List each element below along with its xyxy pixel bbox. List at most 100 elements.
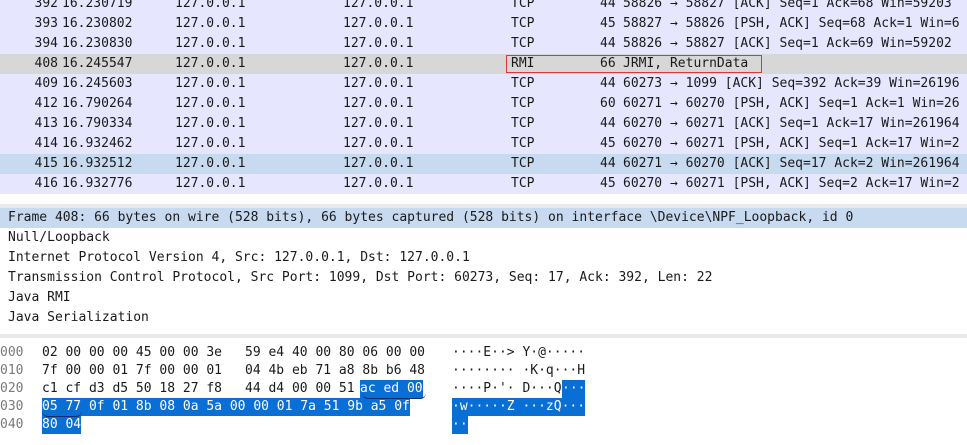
packet-source: 127.0.0.1 <box>175 36 246 51</box>
packet-protocol: TCP <box>511 36 535 51</box>
bytes-line: 010 7f 00 00 01 7f 00 00 01 04 4b eb 71 … <box>0 362 967 380</box>
packet-destination: 127.0.0.1 <box>343 156 414 171</box>
packet-source: 127.0.0.1 <box>175 116 246 131</box>
packet-number: 412 <box>34 96 58 111</box>
packet-length: 66 <box>600 56 616 71</box>
packet-destination: 127.0.0.1 <box>343 76 414 91</box>
packet-row[interactable]: 393 16.230802 127.0.0.1 127.0.0.1 TCP 45 58827… <box>0 14 967 34</box>
packet-details[interactable]: Frame 408: 66 bytes on wire (528 bits), … <box>0 208 967 332</box>
packet-destination: 127.0.0.1 <box>343 56 414 71</box>
packet-length: 44 <box>600 76 616 91</box>
bytes-offset: 030 <box>0 399 24 414</box>
packet-protocol: TCP <box>511 96 535 111</box>
packet-length: 44 <box>600 116 616 131</box>
bytes-hex[interactable]: 02 00 00 00 45 00 00 3e <box>42 344 222 362</box>
packet-length: 45 <box>600 16 616 31</box>
packet-row[interactable]: 394 16.230830 127.0.0.1 127.0.0.1 TCP 44 58826… <box>0 34 967 54</box>
packet-destination: 127.0.0.1 <box>343 16 414 31</box>
bytes-line: 000 02 00 00 00 45 00 00 3e 59 e4 40 00 … <box>0 344 967 362</box>
packet-time: 16.790264 <box>62 96 133 111</box>
packet-protocol: TCP <box>511 116 535 131</box>
packet-row[interactable]: 392 16.230719 127.0.0.1 127.0.0.1 TCP 44 58826… <box>0 0 967 14</box>
packet-number: 394 <box>34 36 58 51</box>
packet-source: 127.0.0.1 <box>175 96 246 111</box>
detail-java-serialization[interactable]: Java Serialization <box>0 308 967 328</box>
packet-destination: 127.0.0.1 <box>343 36 414 51</box>
bytes-ascii-selected[interactable]: ··· <box>562 380 586 398</box>
packet-source: 127.0.0.1 <box>175 56 246 71</box>
packet-protocol: TCP <box>511 136 535 151</box>
packet-number: 408 <box>34 56 58 71</box>
packet-list[interactable]: 392 16.230719 127.0.0.1 127.0.0.1 TCP 44 58826… <box>0 0 967 204</box>
packet-length: 44 <box>600 0 616 11</box>
packet-source: 127.0.0.1 <box>175 136 246 151</box>
detail-tcp[interactable]: Transmission Control Protocol, Src Port:… <box>0 268 967 288</box>
bytes-hex-selected[interactable]: 05 77 0f 01 8b 08 0a 5a 00 00 01 7a 51 9… <box>42 398 410 416</box>
packet-protocol: TCP <box>511 0 535 11</box>
detail-frame[interactable]: Frame 408: 66 bytes on wire (528 bits), … <box>0 208 967 228</box>
packet-row[interactable]: 415 16.932512 127.0.0.1 127.0.0.1 TCP 44 60271… <box>0 154 967 174</box>
packet-row[interactable]: 416 16.932776 127.0.0.1 127.0.0.1 TCP 45 60270… <box>0 174 967 194</box>
bytes-hex[interactable]: 7f 00 00 01 7f 00 00 01 <box>42 362 222 380</box>
bytes-hex-selected[interactable]: ac ed 00 <box>360 380 423 398</box>
packet-length: 45 <box>600 176 616 191</box>
packet-row[interactable]: 408 16.245547 127.0.0.1 127.0.0.1 RMI 66 JRMI,… <box>0 54 967 74</box>
packet-time: 16.245547 <box>62 56 133 71</box>
packet-row[interactable]: 414 16.932462 127.0.0.1 127.0.0.1 TCP 45 60270… <box>0 134 967 154</box>
packet-row[interactable]: 413 16.790334 127.0.0.1 127.0.0.1 TCP 44 60270… <box>0 114 967 134</box>
detail-ipv4[interactable]: Internet Protocol Version 4, Src: 127.0.… <box>0 248 967 268</box>
packet-row[interactable]: 412 16.790264 127.0.0.1 127.0.0.1 TCP 60 60271… <box>0 94 967 114</box>
packet-time: 16.230802 <box>62 16 133 31</box>
packet-length: 60 <box>600 96 616 111</box>
bytes-ascii-selected[interactable]: ·· <box>452 416 468 434</box>
packet-time: 16.932512 <box>62 156 133 171</box>
packet-destination: 127.0.0.1 <box>343 0 414 11</box>
bytes-hex[interactable]: c1 cf d3 d5 50 18 27 f8 <box>42 380 222 398</box>
packet-info: 60273 → 1099 [ACK] Seq=392 Ack=39 Win=26… <box>623 76 960 91</box>
packet-row[interactable]: 409 16.245603 127.0.0.1 127.0.0.1 TCP 44 60273… <box>0 74 967 94</box>
packet-info: 60271 → 60270 [ACK] Seq=17 Ack=2 Win=261… <box>623 156 960 171</box>
packet-length: 45 <box>600 136 616 151</box>
bytes-offset: 000 <box>0 345 24 360</box>
bytes-offset: 010 <box>0 363 24 378</box>
packet-number: 413 <box>34 116 58 131</box>
bytes-hex[interactable]: 59 e4 40 00 80 06 00 00 <box>245 344 425 362</box>
packet-protocol: TCP <box>511 16 535 31</box>
packet-protocol: TCP <box>511 156 535 171</box>
bytes-line: 030 05 77 0f 01 8b 08 0a 5a 00 00 01 7a … <box>0 398 967 416</box>
bytes-offset: 040 <box>0 417 24 432</box>
packet-info: 60270 → 60271 [PSH, ACK] Seq=2 Ack=17 Wi… <box>623 176 960 191</box>
bytes-hex[interactable]: 44 d4 00 00 51 <box>245 380 355 398</box>
packet-time: 16.932462 <box>62 136 133 151</box>
packet-source: 127.0.0.1 <box>175 176 246 191</box>
bytes-line: 040 80 04 ·· <box>0 416 967 434</box>
detail-java-rmi[interactable]: Java RMI <box>0 288 967 308</box>
detail-null-loopback[interactable]: Null/Loopback <box>0 228 967 248</box>
bytes-line: 020 c1 cf d3 d5 50 18 27 f8 44 d4 00 00 … <box>0 380 967 398</box>
packet-length: 44 <box>600 156 616 171</box>
packet-number: 409 <box>34 76 58 91</box>
packet-source: 127.0.0.1 <box>175 76 246 91</box>
packet-number: 392 <box>34 0 58 11</box>
packet-protocol: RMI <box>511 56 535 71</box>
packet-destination: 127.0.0.1 <box>343 116 414 131</box>
bytes-hex-selected[interactable]: 80 04 <box>42 416 82 434</box>
bytes-ascii[interactable]: ····E··> Y·@····· <box>452 344 585 362</box>
packet-time: 16.932776 <box>62 176 133 191</box>
bytes-ascii[interactable]: ····P·'· D···Q <box>452 380 562 398</box>
packet-protocol: TCP <box>511 76 535 91</box>
packet-info: 58826 → 58827 [ACK] Seq=1 Ack=69 Win=592… <box>623 36 952 51</box>
packet-bytes[interactable]: 000 02 00 00 00 45 00 00 3e 59 e4 40 00 … <box>0 340 967 445</box>
packet-info: 60270 → 60271 [ACK] Seq=1 Ack=17 Win=261… <box>623 116 960 131</box>
bytes-ascii-selected[interactable]: ·w·····Z ···zQ··· <box>452 398 586 416</box>
packet-destination: 127.0.0.1 <box>343 136 414 151</box>
packet-info: JRMI, ReturnData <box>623 56 749 71</box>
packet-number: 415 <box>34 156 58 171</box>
packet-info: 58826 → 58827 [ACK] Seq=1 Ack=68 Win=592… <box>623 0 952 11</box>
bytes-ascii[interactable]: ········ ·K·q···H <box>452 362 585 380</box>
packet-info: 60271 → 60270 [PSH, ACK] Seq=1 Ack=1 Win… <box>623 96 960 111</box>
packet-info: 58827 → 58826 [PSH, ACK] Seq=68 Ack=1 Wi… <box>623 16 960 31</box>
pane-splitter-bottom[interactable] <box>0 334 967 338</box>
bytes-hex[interactable]: 04 4b eb 71 a8 8b b6 48 <box>245 362 425 380</box>
packet-time: 16.230719 <box>62 0 133 11</box>
